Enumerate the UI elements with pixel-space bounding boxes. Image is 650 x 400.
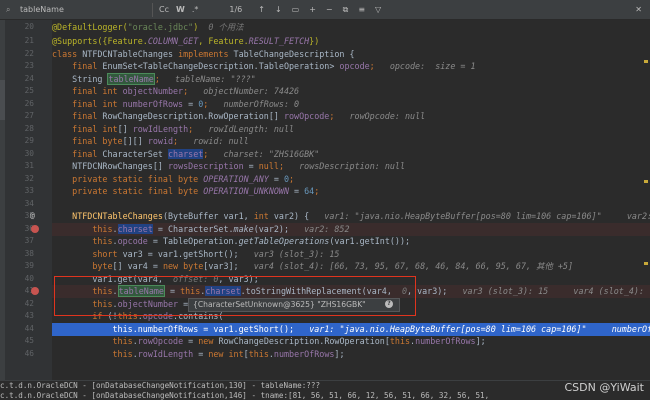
- line-number: 41: [24, 286, 34, 295]
- watermark: CSDN @YiWait: [564, 381, 644, 394]
- line-number: 30: [24, 149, 34, 158]
- arrow-up-icon[interactable]: ↑: [258, 5, 265, 14]
- debug-value-tooltip[interactable]: {CharacterSetUnknown@3625} "ZHS16GBK" ?: [188, 298, 400, 312]
- console-line: c.t.d.n.OracleDCN - [onDatabaseChangeNot…: [0, 381, 321, 390]
- code-line: @Supports({Feature.COLUMN_GET, Feature.R…: [52, 36, 320, 46]
- usage-highlight: charset: [167, 149, 204, 159]
- in-selection-icon[interactable]: ≡: [358, 5, 365, 14]
- scrollbar-marker[interactable]: [644, 262, 648, 265]
- search-match: tableName: [107, 73, 155, 85]
- line-number-gutter[interactable]: 20 21 22 23 24 25 26 27 28 29 30 31 32 3…: [0, 20, 52, 380]
- code-line: final RowChangeDescription.RowOperation[…: [52, 111, 426, 121]
- arrow-down-icon[interactable]: ↓: [275, 5, 282, 14]
- code-line: final byte[][] rowid; rowid: null: [52, 136, 249, 146]
- regex-toggle[interactable]: .*: [192, 5, 199, 14]
- breakpoint-icon[interactable]: [31, 287, 39, 295]
- line-number: 28: [24, 124, 34, 133]
- remove-selection-icon[interactable]: −: [326, 5, 333, 14]
- close-icon[interactable]: ✕: [635, 5, 642, 14]
- find-bar: ⌕ tableName Cc W .* 1/6 ↑ ↓ ▭ + − ⧉ ≡ ▽ …: [0, 0, 650, 20]
- breakpoint-icon[interactable]: [31, 225, 39, 233]
- tooltip-value: {CharacterSetUnknown@3625} "ZHS16GBK": [193, 300, 366, 309]
- code-line: this.rowIdLength = new int[this.numberOf…: [52, 349, 345, 359]
- code-line: final int objectNumber; objectNumber: 74…: [52, 86, 300, 96]
- line-number: 44: [24, 324, 34, 333]
- line-number: 45: [24, 336, 34, 345]
- line-number: 21: [24, 36, 34, 45]
- line-number: 26: [24, 99, 34, 108]
- match-case-toggle[interactable]: Cc: [159, 5, 169, 14]
- code-line: byte[] var4 = new byte[var3]; var4 (slot…: [52, 261, 573, 271]
- divider: [152, 2, 153, 17]
- scrollbar-marker[interactable]: [644, 180, 648, 183]
- line-number: 29: [24, 136, 34, 145]
- line-number: 22: [24, 49, 34, 58]
- match-count: 1/6: [229, 5, 243, 14]
- search-input[interactable]: tableName: [16, 3, 146, 17]
- code-line: final int numberOfRows = 0; numberOfRows…: [52, 99, 300, 109]
- tool-window-marker[interactable]: [0, 80, 5, 120]
- code-line: NTFDCNTableChanges(ByteBuffer var1, int …: [52, 211, 650, 221]
- code-line: @DefaultLogger("oracle.jdbc") 0 个用法: [52, 22, 244, 32]
- code-line: final int[] rowIdLength; rowIdLength: nu…: [52, 124, 295, 134]
- console-line: c.t.d.n.OracleDCN - [onDatabaseChangeNot…: [0, 391, 490, 400]
- line-number: 39: [24, 261, 34, 270]
- code-line: final CharacterSet charset; charset: "ZH…: [52, 149, 320, 159]
- line-number: 34: [24, 199, 34, 208]
- search-icon[interactable]: ⌕: [6, 5, 16, 15]
- line-number: 46: [24, 349, 34, 358]
- line-number: 25: [24, 86, 34, 95]
- tool-window-strip: [0, 20, 5, 380]
- line-number: 20: [24, 22, 34, 31]
- line-number: 23: [24, 61, 34, 70]
- code-line: short var3 = var1.getShort(); var3 (slot…: [52, 249, 340, 259]
- line-number: 24: [24, 74, 34, 83]
- line-number: 42: [24, 299, 34, 308]
- line-number: 43: [24, 311, 34, 320]
- code-line: this.rowOpcode = new RowChangeDescriptio…: [52, 336, 486, 346]
- line-number: 36: [24, 224, 34, 233]
- line-number: 32: [24, 174, 34, 183]
- line-number: 27: [24, 111, 34, 120]
- whole-words-toggle[interactable]: W: [176, 5, 185, 14]
- code-line: this.opcode = TableOperation.getTableOpe…: [52, 236, 411, 246]
- line-number: 31: [24, 161, 34, 170]
- code-line: private static final byte OPERATION_UNKN…: [52, 186, 320, 196]
- code-line: String tableName; tableName: "???": [52, 73, 256, 85]
- override-marker-icon[interactable]: @: [30, 210, 35, 223]
- filter-icon[interactable]: ▽: [375, 5, 381, 14]
- help-icon[interactable]: ?: [385, 300, 393, 308]
- code-line: NTFDCNRowChanges[] rowsDescription = nul…: [52, 161, 405, 171]
- code-editor[interactable]: @DefaultLogger("oracle.jdbc") 0 个用法 @Sup…: [52, 20, 650, 380]
- current-execution-line: this.numberOfRows = var1.getShort(); var…: [52, 323, 650, 336]
- code-line: private static final byte OPERATION_ANY …: [52, 174, 295, 184]
- code-line: this.charset = CharacterSet.make(var2); …: [52, 223, 650, 236]
- select-all-occurrences-icon[interactable]: ▭: [292, 5, 300, 14]
- console-output[interactable]: c.t.d.n.OracleDCN - [onDatabaseChangeNot…: [0, 380, 650, 400]
- select-all-icon[interactable]: ⧉: [343, 5, 349, 15]
- line-number: 40: [24, 274, 34, 283]
- scrollbar-marker[interactable]: [644, 60, 648, 63]
- line-number: 37: [24, 236, 34, 245]
- code-line: class NTFDCNTableChanges implements Tabl…: [52, 49, 355, 59]
- line-number: 38: [24, 249, 34, 258]
- add-selection-icon[interactable]: +: [309, 5, 316, 14]
- code-line: final EnumSet<TableChangeDescription.Tab…: [52, 61, 476, 71]
- line-number: 33: [24, 186, 34, 195]
